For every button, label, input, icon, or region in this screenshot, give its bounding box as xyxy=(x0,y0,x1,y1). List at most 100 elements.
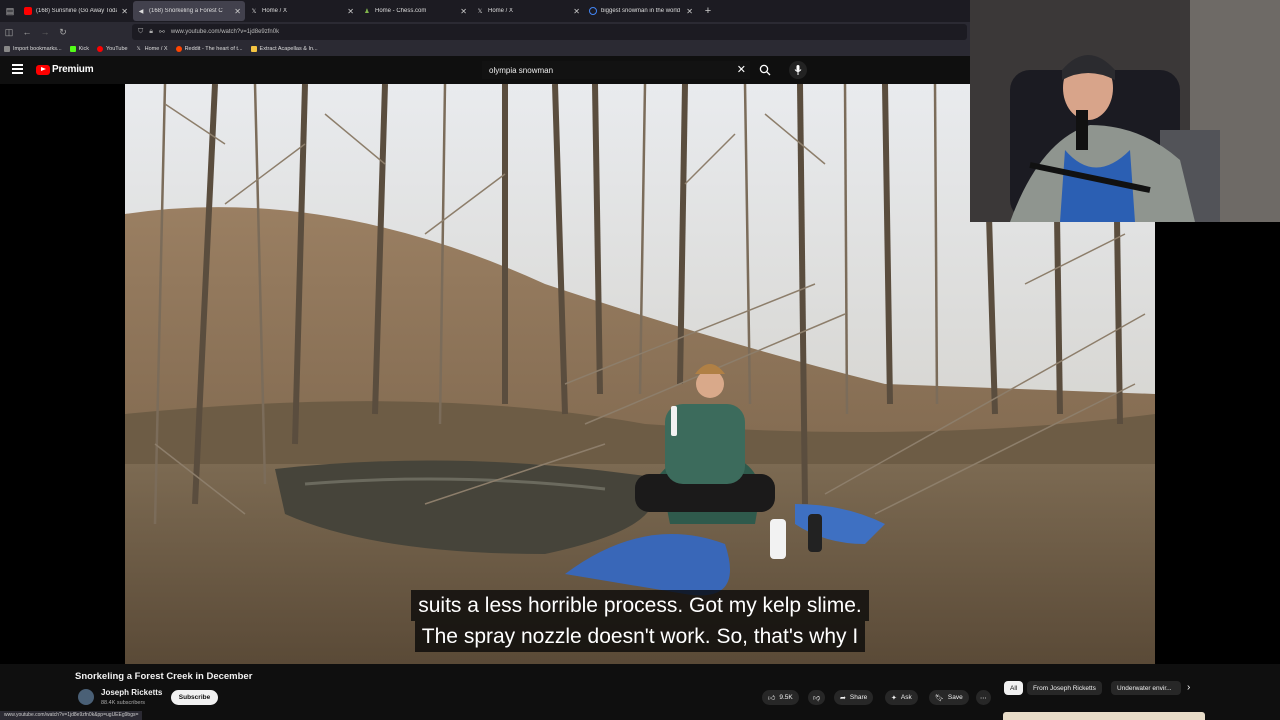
acapella-icon xyxy=(250,46,257,52)
chip-all[interactable]: All xyxy=(1004,681,1024,695)
thumbs-up-icon: 👍︎ xyxy=(768,695,776,702)
browser-tab-bar: ▤ (168) Sunshine (Go Away Today) ✕ ◀ (16… xyxy=(0,0,970,22)
tab-title: Home - Chess.com xyxy=(375,8,427,14)
chevron-right-icon[interactable]: › xyxy=(1187,682,1190,693)
browser-tab-1[interactable]: (168) Sunshine (Go Away Today) ✕ xyxy=(20,1,132,21)
caption-line-1: suits a less horrible process. Got my ke… xyxy=(411,590,869,621)
thumbs-down-icon: 👎︎ xyxy=(813,695,821,702)
close-tab-icon[interactable]: ✕ xyxy=(460,7,467,16)
search-icon xyxy=(759,64,771,76)
bookmark-label: YouTube xyxy=(106,46,128,52)
ask-label: Ask xyxy=(900,694,912,701)
search-button[interactable] xyxy=(755,61,775,79)
google-favicon-icon xyxy=(589,7,597,15)
youtube-play-icon xyxy=(36,64,50,75)
youtube-premium-logo[interactable]: Premium xyxy=(36,64,94,75)
video-letterbox xyxy=(1155,222,1280,664)
logo-text: Premium xyxy=(52,64,94,75)
dislike-button[interactable]: 👎︎ xyxy=(808,690,826,705)
forward-arrow-icon[interactable]: → xyxy=(36,27,54,37)
youtube-favicon-icon xyxy=(24,7,32,15)
more-horizontal-icon: ⋯ xyxy=(980,694,987,702)
x-logo-icon: 𝕏 xyxy=(477,8,483,15)
youtube-header: Premium olympia snowman ✕ xyxy=(0,56,970,84)
search-query: olympia snowman xyxy=(489,65,554,75)
tab-title: biggest snowman in the world xyxy=(601,8,681,14)
reload-icon[interactable]: ↻ xyxy=(54,27,72,38)
browser-tab-4[interactable]: ♟ Home - Chess.com ✕ xyxy=(359,1,471,21)
like-count: 9.5K xyxy=(779,694,793,701)
close-tab-icon[interactable]: ✕ xyxy=(234,7,241,16)
x-logo-icon: 𝕏 xyxy=(251,8,257,15)
youtube-icon xyxy=(97,46,103,52)
close-tab-icon[interactable]: ✕ xyxy=(121,7,128,16)
tab-title: (168) Snorkeling a Forest C xyxy=(149,8,223,14)
share-label: Share xyxy=(849,694,868,701)
bookmark-label: Import bookmarks... xyxy=(13,46,62,52)
bookmark-x[interactable]: 𝕏 Home / X xyxy=(136,46,168,52)
bookmark-import[interactable]: Import bookmarks... xyxy=(4,46,62,52)
save-button[interactable]: 🔖︎ Save xyxy=(929,690,969,705)
speaker-icon: ◀ xyxy=(138,8,144,15)
bookmark-acapellas[interactable]: Extract Acapellas & In... xyxy=(250,46,318,52)
sidebar-toggle-icon[interactable]: ◫ xyxy=(0,27,18,38)
ask-button[interactable]: ✦ Ask xyxy=(885,690,918,705)
back-arrow-icon[interactable]: ← xyxy=(18,27,36,37)
permissions-icon: ⚯ xyxy=(158,29,165,36)
bookmark-youtube[interactable]: YouTube xyxy=(97,46,128,52)
related-video-thumbnail[interactable] xyxy=(1003,712,1205,720)
caption-line-2: The spray nozzle doesn't work. So, that'… xyxy=(414,621,866,652)
browser-tab-2[interactable]: ◀ (168) Snorkeling a Forest C ✕ xyxy=(133,1,245,21)
tab-title: (168) Sunshine (Go Away Today) xyxy=(36,8,118,14)
more-actions-button[interactable]: ⋯ xyxy=(976,690,991,705)
chip-underwater[interactable]: Underwater envir... xyxy=(1111,681,1181,695)
share-arrow-icon: ➦ xyxy=(840,694,846,702)
chip-from-channel[interactable]: From Joseph Ricketts xyxy=(1027,681,1102,695)
video-title: Snorkeling a Forest Creek in December xyxy=(75,671,253,682)
browser-tab-3[interactable]: 𝕏 Home / X ✕ xyxy=(246,1,358,21)
bookmarks-bar: Import bookmarks... Kick YouTube 𝕏 Home /… xyxy=(0,42,970,56)
channel-name[interactable]: Joseph Ricketts xyxy=(101,688,162,697)
bookmark-label: Extract Acapellas & In... xyxy=(259,46,318,52)
close-tab-icon[interactable]: ✕ xyxy=(686,7,693,16)
menu-icon[interactable] xyxy=(12,64,23,76)
bookmark-label: Home / X xyxy=(144,46,168,52)
close-tab-icon[interactable]: ✕ xyxy=(347,7,354,16)
tab-list-icon[interactable]: ▤ xyxy=(0,0,20,22)
webcam-frame xyxy=(970,0,1280,222)
like-button[interactable]: 👍︎ 9.5K xyxy=(762,690,799,705)
screen: ▤ (168) Sunshine (Go Away Today) ✕ ◀ (16… xyxy=(0,0,1280,720)
close-tab-icon[interactable]: ✕ xyxy=(573,7,580,16)
clear-search-icon[interactable]: ✕ xyxy=(737,63,746,76)
channel-avatar[interactable] xyxy=(78,689,94,705)
tab-title: Home / X xyxy=(488,8,514,14)
subscribe-button[interactable]: Subscribe xyxy=(171,690,218,705)
sparkle-icon: ✦ xyxy=(891,694,897,702)
url-bar[interactable]: ⛉ 🔒︎ ⚯ www.youtube.com/watch?v=1jd8e9zfn… xyxy=(132,24,967,40)
link-status-bar: www.youtube.com/watch?v=1jd8e9zfn0k&pp=u… xyxy=(0,711,143,720)
bookmark-reddit[interactable]: Reddit - The heart of t... xyxy=(175,46,243,52)
new-tab-plus-icon[interactable]: + xyxy=(698,5,718,17)
bookmark-icon: 🔖︎ xyxy=(935,694,944,702)
chess-pawn-icon: ♟ xyxy=(364,8,370,15)
save-label: Save xyxy=(947,694,963,701)
tab-title: Home / X xyxy=(262,8,288,14)
share-button[interactable]: ➦ Share xyxy=(834,690,874,705)
bookmark-label: Kick xyxy=(78,46,89,52)
webcam-overlay xyxy=(970,0,1280,222)
microphone-icon xyxy=(794,65,802,75)
browser-nav-bar: ◫ ← → ↻ ⛉ 🔒︎ ⚯ www.youtube.com/watch?v=1… xyxy=(0,22,970,42)
kick-icon xyxy=(69,46,76,52)
bookmark-label: Reddit - The heart of t... xyxy=(184,46,243,52)
lock-icon: 🔒︎ xyxy=(149,28,153,35)
voice-search-button[interactable] xyxy=(789,61,807,79)
caption-block: suits a less horrible process. Got my ke… xyxy=(125,590,1155,652)
search-input[interactable]: olympia snowman ✕ xyxy=(482,61,750,79)
url-text: www.youtube.com/watch?v=1jd8e9zfn0k xyxy=(170,29,280,35)
import-icon xyxy=(4,46,10,52)
browser-tab-5[interactable]: 𝕏 Home / X ✕ xyxy=(472,1,584,21)
bookmark-kick[interactable]: Kick xyxy=(69,46,89,52)
reddit-icon xyxy=(175,46,182,52)
browser-tab-6[interactable]: biggest snowman in the world ✕ xyxy=(585,1,697,21)
video-metadata: Snorkeling a Forest Creek in December Jo… xyxy=(0,664,1280,720)
